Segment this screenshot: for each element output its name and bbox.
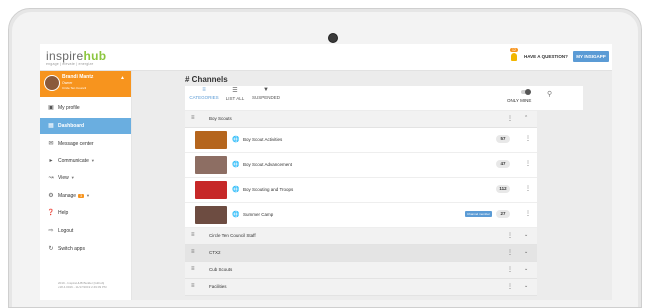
tree-icon: ≡ <box>191 283 195 289</box>
chevron-down-icon: ▼ <box>90 158 95 163</box>
user-org: Circle Ten Council <box>62 86 87 90</box>
only-mine-toggle[interactable] <box>521 89 531 95</box>
my-hub-button[interactable]: MY INSIGAPP <box>573 51 609 62</box>
envelope-icon: ✉ <box>48 141 54 147</box>
more-icon[interactable]: ⋮ <box>507 266 513 273</box>
tab-list-all[interactable]: ☰ LIST ALL <box>223 87 247 101</box>
sidebar-item-switch-apps[interactable]: ↻ Switch apps <box>40 241 131 257</box>
chevron-down-icon[interactable]: ⌄ <box>524 266 528 272</box>
avatar <box>44 75 60 91</box>
channel-count: 57 <box>496 135 510 143</box>
channel-count: 27 <box>496 210 510 218</box>
chevron-down-icon: ▼ <box>86 193 90 198</box>
megaphone-icon: ▸ <box>49 158 53 164</box>
page-title: # Channels <box>185 75 228 84</box>
sidebar: Brandi Mantz Owner Circle Ten Council ▲ … <box>40 71 132 300</box>
tab-suspended[interactable]: ▼ SUSPENDED <box>251 87 281 100</box>
globe-icon: 🌐 <box>232 137 240 143</box>
sidebar-item-my-profile[interactable]: ▣ My profile <box>40 100 131 116</box>
main-content: # Channels ≡ CATEGORIES ☰ LIST ALL ▼ SUS… <box>132 71 612 300</box>
tab-categories[interactable]: ≡ CATEGORIES <box>189 87 219 100</box>
user-role: Owner <box>62 81 73 85</box>
lock-icon[interactable]: ▲ <box>120 75 125 81</box>
gear-icon: ⚙ <box>48 193 54 199</box>
more-icon[interactable]: ⋮ <box>507 283 513 290</box>
category-row-boy-scouts[interactable]: ≡ Boy Scouts ⋮ ⌃ <box>185 111 537 128</box>
channel-list: ≡ Boy Scouts ⋮ ⌃ 🌐 Boy Scout Activities … <box>185 111 537 296</box>
id-card-icon: ▣ <box>48 105 54 111</box>
more-icon[interactable]: ⋮ <box>507 115 513 122</box>
globe-icon: 🌐 <box>232 212 240 218</box>
notification-badge: 12 <box>510 48 518 52</box>
tree-icon: ≡ <box>191 249 195 255</box>
user-name: Brandi Mantz <box>62 74 94 80</box>
category-row-ctx2[interactable]: ≡ CTX2 ⋮ ⌄ <box>185 245 537 262</box>
channel-thumbnail <box>195 131 227 149</box>
more-icon[interactable]: ⋮ <box>507 232 513 239</box>
logout-icon: ⇨ <box>48 228 54 234</box>
sidebar-item-help[interactable]: ❓ Help <box>40 205 131 221</box>
channel-count: 47 <box>496 160 510 168</box>
tree-icon: ≡ <box>191 266 195 272</box>
help-icon: ❓ <box>47 210 55 216</box>
channel-row[interactable]: 🌐 Summer Camp Channel member 27 ⋮ <box>185 203 537 228</box>
manage-badge: 3 <box>78 194 85 198</box>
chevron-down-icon[interactable]: ⌄ <box>524 249 528 255</box>
channel-row[interactable]: 🌐 Boy Scouting and Troops 112 ⋮ <box>185 178 537 203</box>
logo-tagline: engage | elevate | energize <box>46 62 94 66</box>
version-footer: 2019 - InspireHUB Builder [Github] v18.4… <box>58 281 107 289</box>
tree-icon: ≡ <box>191 115 195 121</box>
help-question-link[interactable]: HAVE A QUESTION? <box>524 54 568 59</box>
top-bar: inspirehub engage | elevate | energize 12… <box>40 44 612 71</box>
thumb-down-icon: ▼ <box>263 87 269 93</box>
tree-icon: ≡ <box>191 232 195 238</box>
more-icon[interactable]: ⋮ <box>525 185 531 192</box>
member-badge: Channel member <box>465 211 493 217</box>
sidebar-item-logout[interactable]: ⇨ Logout <box>40 223 131 239</box>
bell-icon[interactable] <box>511 53 517 61</box>
category-row-cub-scouts[interactable]: ≡ Cub Scouts ⋮ ⌄ <box>185 262 537 279</box>
sidebar-item-dashboard[interactable]: ▦ Dashboard <box>40 118 131 134</box>
more-icon[interactable]: ⋮ <box>525 160 531 167</box>
user-card[interactable]: Brandi Mantz Owner Circle Ten Council ▲ <box>40 71 131 97</box>
chevron-down-icon: ▼ <box>70 175 75 180</box>
sidebar-item-view[interactable]: ↝ View ▼ <box>40 170 131 186</box>
more-icon[interactable]: ⋮ <box>525 135 531 142</box>
dashboard-icon: ▦ <box>48 123 54 129</box>
category-row-circle-ten-staff[interactable]: ≡ Circle Ten Council Staff ⋮ ⌄ <box>185 228 537 245</box>
chart-icon: ↝ <box>48 175 54 181</box>
channel-row[interactable]: 🌐 Boy Scout Activities 57 ⋮ <box>185 128 537 153</box>
category-row-facilities[interactable]: ≡ Facilities ⋮ ⌄ <box>185 279 537 296</box>
channel-row[interactable]: 🌐 Boy Scout Advancement 47 ⋮ <box>185 153 537 178</box>
more-icon[interactable]: ⋮ <box>507 249 513 256</box>
globe-icon: 🌐 <box>232 187 240 193</box>
sidebar-item-message-center[interactable]: ✉ Message center <box>40 136 131 152</box>
sidebar-item-communicate[interactable]: ▸ Communicate ▼ <box>40 153 131 169</box>
chevron-down-icon[interactable]: ⌄ <box>524 232 528 238</box>
camera-dot <box>328 33 338 43</box>
sidebar-item-manage[interactable]: ⚙ Manage 3 ▼ <box>40 188 131 204</box>
channel-thumbnail <box>195 181 227 199</box>
channel-thumbnail <box>195 206 227 224</box>
list-icon: ☰ <box>232 88 238 94</box>
logo[interactable]: inspirehub engage | elevate | energize <box>46 49 106 66</box>
chevron-down-icon[interactable]: ⌄ <box>524 283 528 289</box>
app-screen: inspirehub engage | elevate | energize 12… <box>40 44 612 300</box>
switch-icon: ↻ <box>48 246 54 252</box>
search-icon[interactable]: ⚲ <box>547 90 552 98</box>
more-icon[interactable]: ⋮ <box>525 210 531 217</box>
globe-icon: 🌐 <box>232 162 240 168</box>
chevron-up-icon[interactable]: ⌃ <box>524 115 528 121</box>
only-mine-label: ONLY MINE <box>507 98 532 103</box>
tree-icon: ≡ <box>202 87 206 93</box>
channel-toolbar: ≡ CATEGORIES ☰ LIST ALL ▼ SUSPENDED ONLY… <box>185 86 583 110</box>
channel-count: 112 <box>496 185 510 193</box>
channel-thumbnail <box>195 156 227 174</box>
